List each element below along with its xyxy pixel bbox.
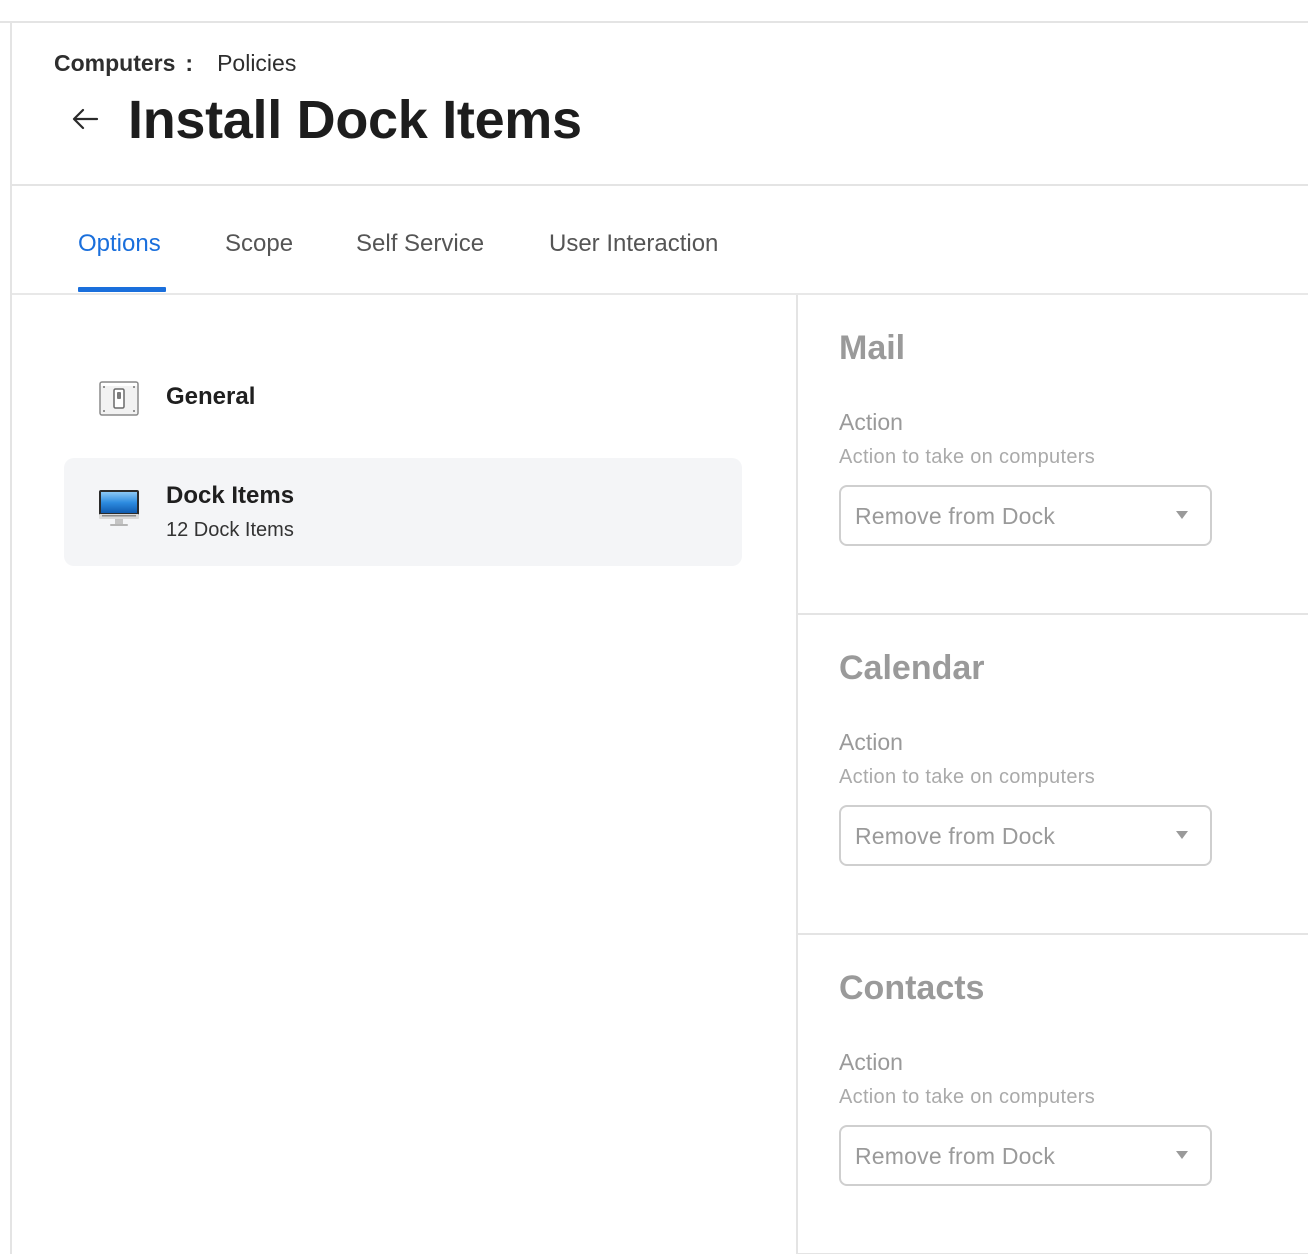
dock-item-mail: Mail Action Action to take on computers … [798,295,1308,615]
nav-item-subtitle: 12 Dock Items [166,519,294,541]
breadcrumb: Computers : Policies [54,50,296,77]
dock-item-title: Calendar [839,649,985,687]
action-label: Action [839,1049,903,1075]
action-select[interactable]: Remove from Dock [839,485,1212,546]
active-tab-indicator [78,287,166,292]
dock-item-title: Mail [839,329,906,367]
action-select[interactable]: Remove from Dock [839,1125,1212,1186]
tab-self-service[interactable]: Self Service [356,230,484,258]
nav-item-general[interactable]: General [64,345,742,449]
caret-down-icon [1176,511,1188,519]
dock-items-list: Mail Action Action to take on computers … [798,295,1308,1254]
breadcrumb-current[interactable]: Policies [217,50,296,77]
action-select[interactable]: Remove from Dock [839,805,1212,866]
caret-down-icon [1176,831,1188,839]
imac-display-icon [99,490,139,526]
action-select-value: Remove from Dock [855,823,1056,849]
dock-item-title: Contacts [839,969,985,1007]
breadcrumb-parent[interactable]: Computers [54,50,175,77]
nav-item-label: General [166,383,256,410]
dock-item-calendar: Calendar Action Action to take on comput… [798,615,1308,935]
tab-user-interaction[interactable]: User Interaction [549,230,718,258]
tab-bar: Options Scope Self Service User Interact… [12,186,1308,294]
policy-page: Computers : Policies Install Dock Items … [0,0,1308,1254]
options-nav: General Dock Items 12 Dock Items [12,295,796,1254]
breadcrumb-separator: : [185,50,194,76]
switch-panel-icon [99,381,139,416]
nav-item-label: Dock Items [166,482,295,509]
arrow-left-icon[interactable] [70,105,102,133]
dock-item-contacts: Contacts Action Action to take on comput… [798,935,1308,1254]
action-help-text: Action to take on computers [839,1086,1096,1108]
action-label: Action [839,729,903,755]
action-label: Action [839,409,903,435]
page-title: Install Dock Items [128,90,582,150]
action-select-value: Remove from Dock [855,1143,1056,1169]
nav-item-dock-items[interactable]: Dock Items 12 Dock Items [64,458,742,566]
tab-options[interactable]: Options [78,230,161,258]
page-header: Computers : Policies Install Dock Items [12,23,1308,185]
action-help-text: Action to take on computers [839,766,1096,788]
tab-scope[interactable]: Scope [225,230,293,258]
action-select-value: Remove from Dock [855,503,1056,529]
caret-down-icon [1176,1151,1188,1159]
action-help-text: Action to take on computers [839,446,1096,468]
